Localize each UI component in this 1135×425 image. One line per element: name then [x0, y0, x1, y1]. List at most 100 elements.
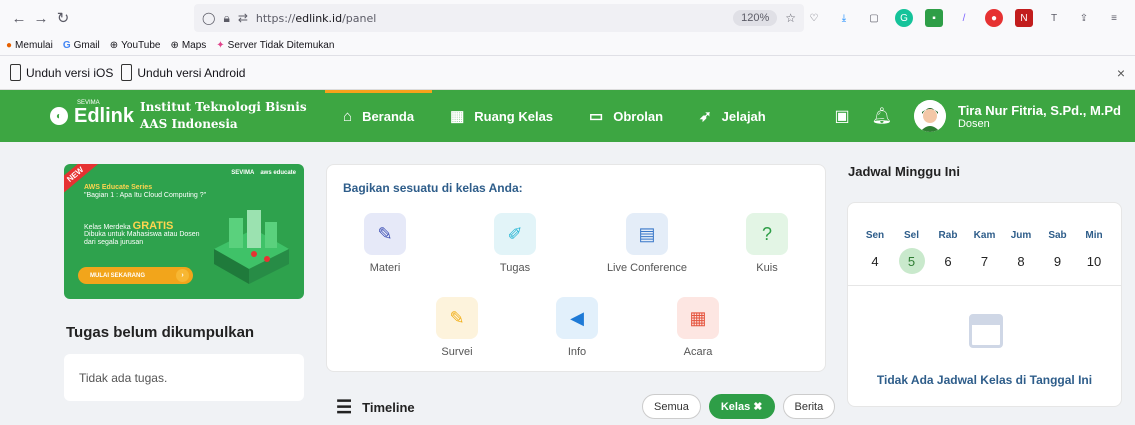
download-android-link[interactable]: Unduh versi Android: [121, 64, 245, 81]
permissions-icon[interactable]: ⇄: [238, 11, 248, 26]
grammarly-icon[interactable]: G: [895, 9, 913, 27]
day-min[interactable]: Min 10: [1081, 230, 1107, 274]
phone-icon: [121, 64, 133, 81]
day-kam[interactable]: Kam 7: [972, 230, 998, 274]
google-icon: G: [62, 40, 71, 51]
filter-berita[interactable]: Berita: [782, 394, 836, 419]
timeline-header: ☰ Timeline: [336, 397, 415, 417]
nav-beranda[interactable]: ⌂ Beranda: [325, 90, 433, 142]
banner-subtitle: "Bagian 1 : Apa Itu Cloud Computing ?": [84, 192, 207, 199]
bookmark-gmail[interactable]: G Gmail: [63, 40, 100, 51]
banner-series: AWS Educate Series: [84, 184, 153, 191]
schedule-card: Sen 4 Sel 5 Rab 6 Kam 7 Jum 8 Sab 9 Min 10 Tida…: [847, 202, 1122, 407]
logo-small-text: SEVIMA: [77, 100, 100, 106]
browser-extension-icons: ♡ ⤓ ▢ G ▪ / ● N T ⇪ ≡: [805, 9, 1127, 27]
schedule-title: Jadwal Minggu Ini: [848, 164, 960, 179]
day-rab[interactable]: Rab 6: [935, 230, 961, 274]
share-survei[interactable]: ✎ Survei: [417, 297, 497, 358]
contacts-icon[interactable]: ▣: [835, 106, 850, 126]
share-live-conference[interactable]: ▤ Live Conference: [597, 213, 697, 274]
bookmark-memulai[interactable]: ● Memulai: [6, 40, 53, 51]
lock-icon[interactable]: 🔒︎: [223, 11, 229, 26]
pocket-icon[interactable]: ♡: [805, 9, 823, 27]
empty-schedule-text: Tidak Ada Jadwal Kelas di Tanggal Ini: [876, 373, 1093, 387]
reader-icon[interactable]: ▢: [865, 9, 883, 27]
pending-tasks-card: Tidak ada tugas.: [64, 354, 304, 401]
quiz-icon: ?: [746, 213, 788, 255]
empty-tasks-text: Tidak ada tugas.: [79, 371, 168, 385]
share-title: Bagikan sesuatu di kelas Anda:: [343, 181, 523, 195]
nav-ruang-kelas[interactable]: ▦ Ruang Kelas: [432, 90, 571, 142]
bell-icon[interactable]: 🔔︎: [872, 106, 892, 126]
main-content: NEW SEVIMA aws educate AWS Educate Series…: [0, 142, 1135, 425]
banner-description: Dibuka untuk Mahasiswa atau Dosen dari s…: [84, 231, 200, 246]
share-acara[interactable]: ▦ Acara: [658, 297, 738, 358]
download-icon[interactable]: ⤓: [835, 9, 853, 27]
bookmark-star-icon[interactable]: ☆: [785, 11, 796, 25]
main-nav: ⌂ Beranda ▦ Ruang Kelas ▭ Obrolan ➶ Jelajah: [325, 90, 784, 142]
zoom-level[interactable]: 120%: [733, 10, 778, 26]
address-bar[interactable]: ◯ 🔒︎ ⇄ https://edlink.id/panel 120% ☆: [194, 4, 804, 32]
share-card: Bagikan sesuatu di kelas Anda: ✎ Materi …: [326, 164, 826, 372]
avatar-icon: [913, 100, 946, 132]
filter-kelas[interactable]: Kelas ✖: [708, 394, 775, 419]
site-header: ◐ Edlink SEVIMA Institut Teknologi Bisni…: [0, 90, 1135, 142]
forward-icon[interactable]: →: [30, 10, 52, 27]
user-info[interactable]: Tira Nur Fitria, S.Pd., M.Pd Dosen: [958, 103, 1121, 130]
nav-jelajah[interactable]: ➶ Jelajah: [681, 90, 784, 142]
globe-icon: ⊕: [170, 40, 179, 51]
firefox-icon: ●: [6, 40, 13, 51]
divider: [848, 285, 1121, 286]
promo-banner[interactable]: NEW SEVIMA aws educate AWS Educate Series…: [64, 164, 304, 299]
banner-cta-button[interactable]: MULAI SEKARANG ›: [78, 267, 193, 284]
share-kuis[interactable]: ? Kuis: [727, 213, 807, 274]
timeline-filters: Semua Kelas ✖ Berita: [642, 394, 836, 419]
cloud-server-illustration: [214, 210, 289, 284]
share-tugas[interactable]: ✐ Tugas: [475, 213, 555, 274]
day-sel[interactable]: Sel 5: [898, 230, 925, 274]
day-jum[interactable]: Jum 8: [1008, 230, 1034, 274]
url-icons: ◯ 🔒︎ ⇄: [202, 11, 248, 26]
day-sen[interactable]: Sen 4: [862, 230, 888, 274]
reload-icon[interactable]: ↻: [52, 9, 74, 27]
translate-icon[interactable]: T: [1045, 9, 1063, 27]
new-extension-icon[interactable]: N: [1015, 9, 1033, 27]
share-icon[interactable]: ⇪: [1075, 9, 1093, 27]
avatar[interactable]: [913, 100, 946, 132]
arrow-right-icon: ›: [176, 269, 189, 282]
survey-icon: ✎: [436, 297, 478, 339]
pen-icon[interactable]: /: [955, 9, 973, 27]
globe-icon: ⊕: [109, 40, 119, 51]
nav-obrolan[interactable]: ▭ Obrolan: [571, 90, 681, 142]
rocket-icon: ➶: [699, 108, 712, 125]
megaphone-icon: ◀: [556, 297, 598, 339]
phone-icon: [10, 64, 21, 81]
home-icon: ⌂: [343, 107, 353, 125]
material-icon: ✎: [364, 213, 406, 255]
url-text[interactable]: https://edlink.id/panel: [256, 12, 733, 25]
filter-semua[interactable]: Semua: [642, 394, 701, 419]
bookmark-server[interactable]: ✦ Server Tidak Ditemukan: [216, 40, 334, 51]
back-icon[interactable]: ←: [8, 10, 30, 27]
header-right: ▣ 🔔︎ Tira Nur Fitria, S.Pd., M.Pd Dosen: [835, 100, 1121, 132]
calendar-event-icon: ▦: [677, 297, 719, 339]
day-sab[interactable]: Sab 9: [1045, 230, 1071, 274]
close-icon[interactable]: ×: [1117, 65, 1125, 81]
calendar-icon: [969, 314, 1003, 348]
shield-icon[interactable]: ◯: [202, 11, 215, 26]
selected-day: 5: [898, 248, 925, 274]
share-materi[interactable]: ✎ Materi: [345, 213, 425, 274]
share-info[interactable]: ◀ Info: [537, 297, 617, 358]
bookmark-maps[interactable]: ⊕ Maps: [170, 40, 206, 51]
classroom-icon: ▦: [450, 108, 465, 125]
app-download-bar: Unduh versi iOS Unduh versi Android ×: [0, 56, 1135, 90]
bookmarks-bar: ● Memulai G Gmail ⊕ YouTube ⊕ Maps ✦ Server T…: [0, 36, 1135, 56]
edlink-logo[interactable]: ◐ Edlink: [50, 105, 140, 128]
record-icon[interactable]: ●: [985, 9, 1003, 27]
bookmark-youtube[interactable]: ⊕ YouTube: [110, 40, 161, 51]
extension-green-icon[interactable]: ▪: [925, 9, 943, 27]
menu-icon[interactable]: ≡: [1105, 9, 1123, 27]
download-ios-link[interactable]: Unduh versi iOS: [10, 64, 113, 81]
pending-tasks-title: Tugas belum dikumpulkan: [66, 324, 255, 341]
week-days: Sen 4 Sel 5 Rab 6 Kam 7 Jum 8 Sab 9 Min 10: [848, 230, 1121, 274]
